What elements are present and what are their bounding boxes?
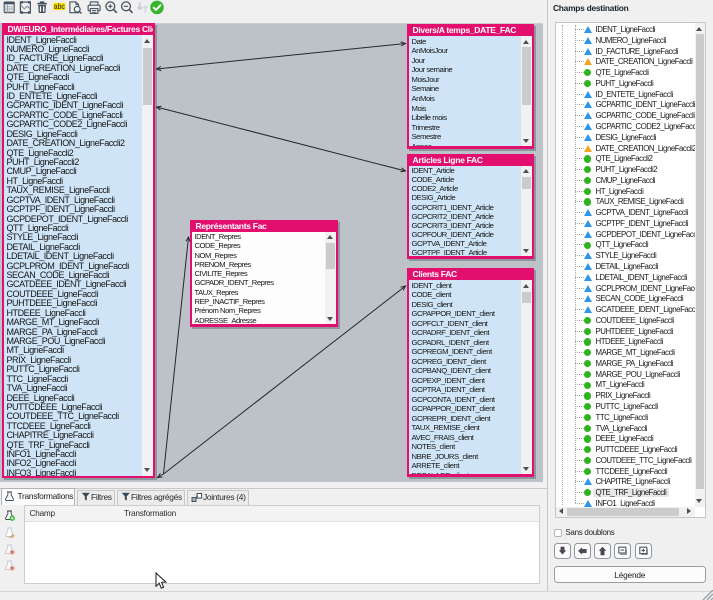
svg-text:abc: abc (54, 2, 65, 11)
